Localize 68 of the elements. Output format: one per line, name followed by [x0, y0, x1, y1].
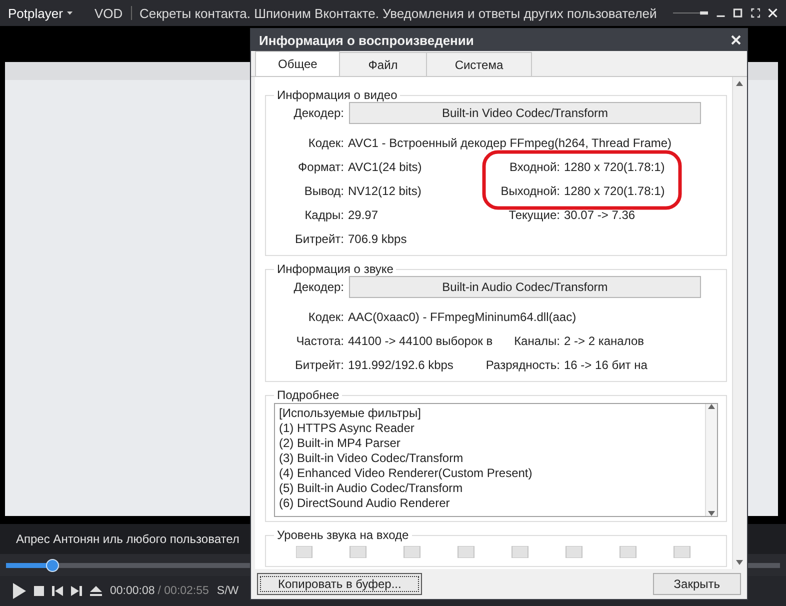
info-label: Кодек:: [308, 310, 344, 324]
group-title: Подробнее: [276, 388, 340, 402]
scroll-up-icon[interactable]: [708, 404, 715, 409]
info-label: Кодек:: [308, 136, 344, 150]
decoder-label: Декодер:: [292, 280, 344, 294]
info-label: Выходной:: [500, 184, 560, 198]
decoder-button[interactable]: Built-in Video Codec/Transform: [349, 102, 701, 124]
info-label: Разрядность:: [486, 358, 560, 372]
info-value: AAC(0xaac0) - FFmpegMininum64.dll(aac): [347, 310, 578, 324]
fullscreen-icon[interactable]: [750, 7, 760, 19]
info-value: 30.07 -> 7.36: [563, 208, 636, 222]
info-value: 16 -> 16 бит на: [563, 358, 648, 372]
previous-icon[interactable]: [52, 586, 63, 596]
list-line: (3) Built-in Video Codec/Transform: [279, 451, 464, 466]
info-value: 1280 x 720(1.78:1): [563, 184, 666, 198]
list-line: (1) HTTPS Async Reader: [279, 421, 416, 436]
app-menu-button[interactable]: Potplayer: [8, 6, 63, 20]
mode-label[interactable]: VOD: [94, 6, 123, 20]
dialog-title: Информация о воспроизведении: [259, 32, 474, 48]
group-title: Информация о звуке: [276, 262, 394, 276]
window-title: Секреты контакта. Шпионим Вконтакте. Уведомления и ответы других пользователей: [139, 6, 657, 20]
info-value: 2 -> 2 каналов: [563, 334, 646, 348]
list-line: (4) Enhanced Video Renderer(Custom Present): [279, 466, 534, 481]
maximize-icon[interactable]: [733, 7, 743, 19]
list-line: [Используемые фильтры]: [279, 406, 422, 421]
info-value: AVC1 - Встроенный декодер FFmpeg(h264, Thread Frame): [347, 136, 673, 150]
info-value: AVC1(24 bits): [347, 160, 423, 174]
info-label: Частота:: [296, 334, 344, 348]
list-line: (5) Built-in Audio Codec/Transform: [279, 481, 464, 496]
current-time: 00:00:08: [110, 585, 155, 597]
close-icon[interactable]: [731, 35, 741, 45]
scroll-down-icon[interactable]: [708, 511, 715, 516]
seek-handle[interactable]: [46, 558, 60, 572]
caret-icon: [66, 10, 72, 16]
filter-list[interactable]: [274, 403, 718, 517]
info-label: Входной:: [510, 160, 560, 174]
group-title: Уровень звука на входе: [276, 528, 410, 542]
play-icon[interactable]: [12, 583, 26, 599]
info-label: Каналы:: [514, 334, 560, 348]
info-value: 44100 -> 44100 выборок в: [347, 334, 494, 348]
subtitle-text: Апрес Антонян иль любого пользовател: [16, 532, 240, 546]
copy-button[interactable]: Копировать в буфер...: [257, 573, 422, 595]
info-label: Формат:: [298, 160, 344, 174]
opacity-slider-icon: [672, 10, 708, 16]
next-icon[interactable]: [71, 586, 82, 596]
list-line: (6) DirectSound Audio Renderer: [279, 496, 451, 511]
decoder-label: Декодер:: [292, 106, 344, 120]
scroll-down-icon[interactable]: [736, 560, 742, 565]
info-value: 29.97: [347, 208, 380, 222]
eject-icon[interactable]: [90, 586, 102, 596]
info-value: 1280 x 720(1.78:1): [563, 160, 666, 174]
tab[interactable]: Общее: [255, 51, 340, 76]
info-label: Текущие:: [508, 208, 560, 222]
group-title: Информация о видео: [276, 88, 398, 102]
total-time: / 00:02:55: [158, 585, 209, 597]
tab[interactable]: Система: [426, 52, 532, 76]
list-line: (2) Built-in MP4 Parser: [279, 436, 402, 451]
close-icon[interactable]: [768, 7, 778, 19]
info-label: Вывод:: [304, 184, 344, 198]
info-label: Битрейт:: [295, 358, 344, 372]
decoder-button[interactable]: Built-in Audio Codec/Transform: [349, 276, 701, 298]
scroll-up-icon[interactable]: [736, 81, 742, 86]
audio-mode-button[interactable]: S/W: [216, 585, 239, 597]
info-value: 706.9 kbps: [347, 232, 408, 246]
close-button[interactable]: Закрыть: [652, 573, 741, 595]
info-label: Кадры:: [304, 208, 344, 222]
info-value: NV12(12 bits): [347, 184, 422, 198]
info-label: Битрейт:: [295, 232, 344, 246]
